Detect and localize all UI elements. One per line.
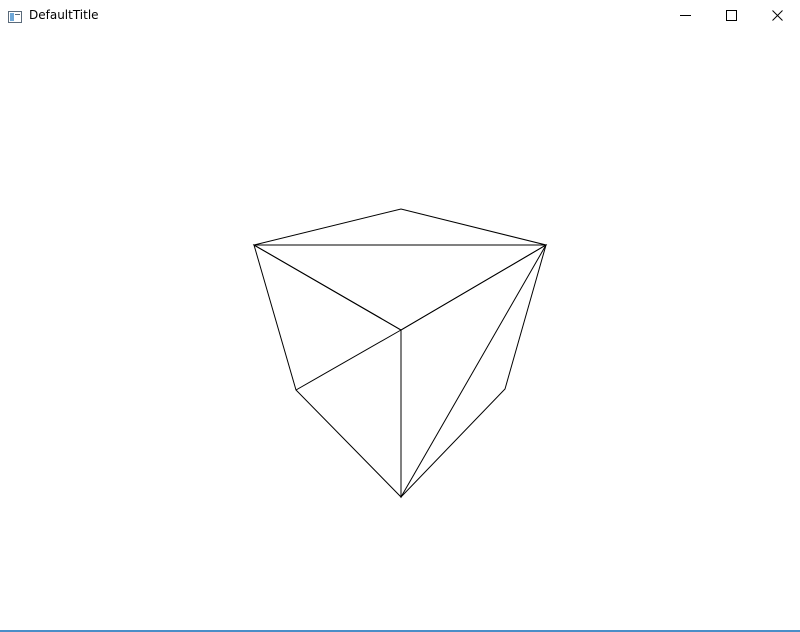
title-bar[interactable]: DefaultTitle — [0, 0, 800, 30]
application-window: DefaultTitle — [0, 0, 800, 632]
window-app-icon — [8, 8, 22, 23]
render-canvas[interactable] — [0, 30, 800, 630]
cube-top-face — [252, 208, 548, 331]
wireframe-cube — [252, 208, 548, 499]
cube-edge — [400, 244, 547, 498]
close-icon — [771, 6, 783, 25]
cube-edge — [295, 329, 402, 391]
maximize-icon — [725, 6, 737, 25]
minimize-icon — [679, 6, 691, 25]
window-title: DefaultTitle — [29, 8, 99, 22]
close-button[interactable] — [754, 0, 800, 30]
cube-left-face — [253, 243, 402, 499]
minimize-button[interactable] — [662, 0, 708, 30]
maximize-button[interactable] — [708, 0, 754, 30]
